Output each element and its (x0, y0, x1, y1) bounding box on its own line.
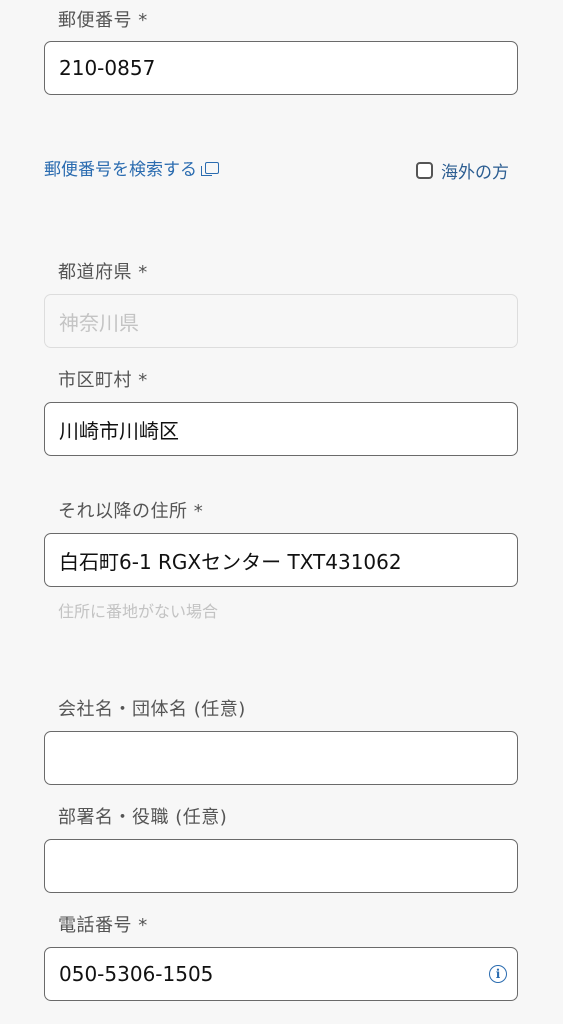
overseas-checkbox[interactable]: 海外の方 (416, 158, 509, 183)
company-label: 会社名・団体名 (任意) (58, 699, 246, 720)
info-icon[interactable]: i (489, 965, 507, 983)
postal-code-value: 210-0857 (59, 56, 156, 80)
postal-search-link[interactable]: 郵便番号を検索する (44, 155, 219, 180)
prefecture-input: 神奈川県 (44, 294, 518, 348)
department-input[interactable] (44, 839, 518, 893)
overseas-label: 海外の方 (441, 163, 509, 183)
phone-label: 電話番号 * (58, 915, 148, 936)
address-hint[interactable]: 住所に番地がない場合 (58, 598, 218, 622)
company-input[interactable] (44, 731, 518, 785)
phone-value: 050-5306-1505 (59, 962, 214, 986)
postal-code-input[interactable]: 210-0857 (44, 41, 518, 95)
department-label: 部署名・役職 (任意) (58, 807, 228, 828)
city-input[interactable]: 川崎市川崎区 (44, 402, 518, 456)
city-label: 市区町村 * (58, 370, 148, 391)
prefecture-value: 神奈川県 (59, 310, 139, 335)
address-value: 白石町6-1 RGXセンター TXT431062 (59, 549, 402, 574)
phone-input[interactable]: 050-5306-1505 i (44, 947, 518, 1001)
address-label: それ以降の住所 * (58, 501, 204, 522)
postal-search-link-label: 郵便番号を検索する (44, 160, 197, 180)
prefecture-label: 都道府県 * (58, 262, 148, 283)
address-input[interactable]: 白石町6-1 RGXセンター TXT431062 (44, 533, 518, 587)
external-link-icon (201, 161, 219, 176)
checkbox-icon[interactable] (416, 162, 433, 179)
city-value: 川崎市川崎区 (59, 418, 179, 443)
postal-code-label: 郵便番号 * (58, 10, 148, 31)
